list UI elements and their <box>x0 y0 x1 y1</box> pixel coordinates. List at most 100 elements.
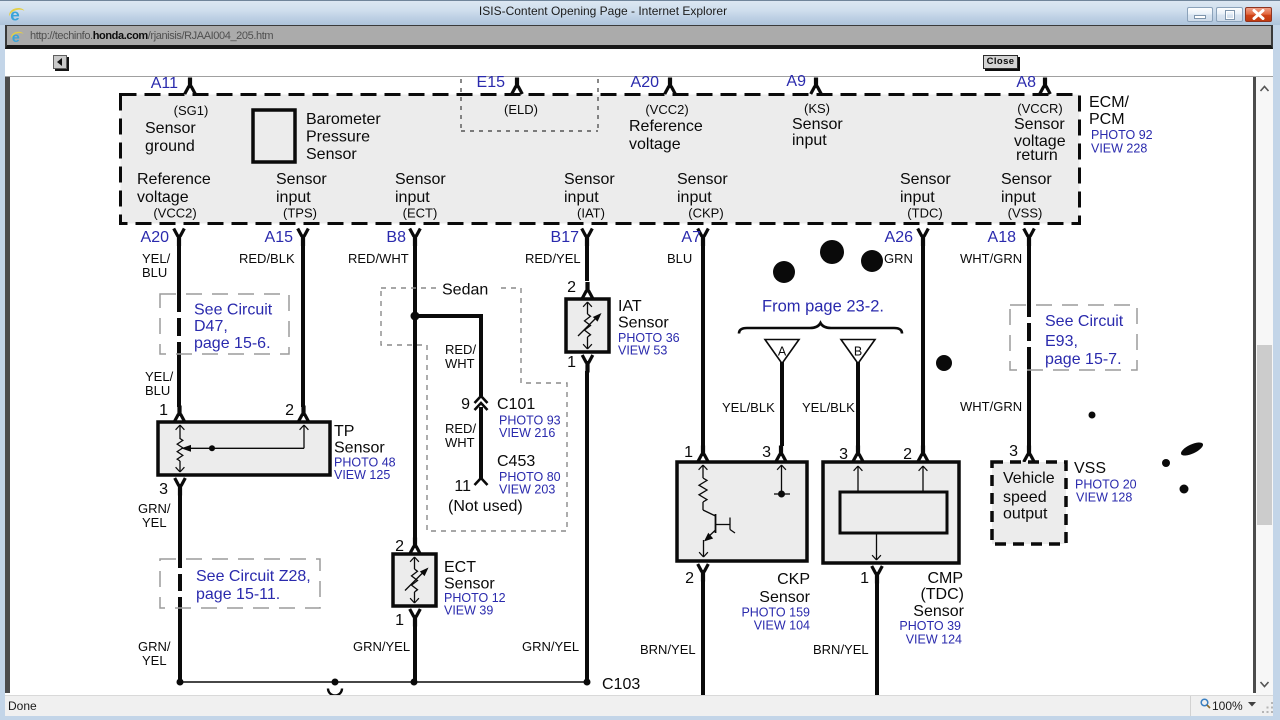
svg-text:C101: C101 <box>497 396 535 413</box>
svg-text:Sensor: Sensor <box>618 315 669 332</box>
svg-text:A18: A18 <box>988 229 1017 246</box>
svg-text:input: input <box>395 189 430 206</box>
svg-text:A11: A11 <box>151 75 178 92</box>
svg-text:GRN/: GRN/ <box>138 501 171 516</box>
svg-text:(VCC2): (VCC2) <box>153 206 196 221</box>
svg-text:PHOTO 159: PHOTO 159 <box>741 606 810 620</box>
svg-text:9: 9 <box>461 396 470 413</box>
svg-text:1: 1 <box>684 444 693 461</box>
svg-text:GRN/YEL: GRN/YEL <box>522 639 579 654</box>
svg-text:(CKP): (CKP) <box>688 206 723 221</box>
svg-text:1: 1 <box>567 354 576 371</box>
svg-text:A26: A26 <box>885 229 914 246</box>
svg-text:GRN/YEL: GRN/YEL <box>353 639 410 654</box>
svg-text:VIEW 128: VIEW 128 <box>1076 491 1132 505</box>
svg-text:BRN/YEL: BRN/YEL <box>813 642 869 657</box>
svg-text:Sensor: Sensor <box>792 116 843 133</box>
svg-text:WHT/GRN: WHT/GRN <box>960 251 1022 266</box>
svg-text:From page 23-2.: From page 23-2. <box>762 298 884 316</box>
svg-text:2: 2 <box>567 279 576 296</box>
svg-text:BLU: BLU <box>145 383 170 398</box>
svg-text:ECM/: ECM/ <box>1089 94 1130 111</box>
svg-text:TP: TP <box>334 423 354 440</box>
svg-text:input: input <box>677 189 712 206</box>
svg-text:ECT: ECT <box>444 559 476 576</box>
svg-text:C103: C103 <box>602 676 640 693</box>
svg-text:Sensor: Sensor <box>1001 171 1052 188</box>
svg-text:(Not used): (Not used) <box>448 498 523 515</box>
svg-text:C453: C453 <box>497 453 535 470</box>
svg-text:Sensor: Sensor <box>444 576 495 593</box>
svg-text:E15: E15 <box>477 74 506 91</box>
svg-text:YEL/BLK: YEL/BLK <box>802 400 855 415</box>
svg-text:Sensor: Sensor <box>677 171 728 188</box>
svg-text:See Circuit Z28,: See Circuit Z28, <box>196 568 311 585</box>
svg-text:VIEW 216: VIEW 216 <box>499 426 555 440</box>
svg-text:See Circuit: See Circuit <box>194 302 273 319</box>
svg-text:3: 3 <box>762 444 771 461</box>
svg-text:Sensor: Sensor <box>913 603 964 620</box>
svg-text:YEL: YEL <box>142 515 167 530</box>
svg-text:1: 1 <box>860 570 869 587</box>
svg-text:YEL/: YEL/ <box>142 251 171 266</box>
svg-text:CKP: CKP <box>777 571 810 588</box>
svg-text:(TDC): (TDC) <box>907 206 942 221</box>
svg-text:GRN: GRN <box>884 251 913 266</box>
svg-text:Sensor: Sensor <box>145 120 196 137</box>
svg-text:return: return <box>1016 147 1058 164</box>
svg-text:RED/: RED/ <box>445 421 476 436</box>
svg-text:BRN/YEL: BRN/YEL <box>640 642 696 657</box>
svg-text:(VCCR): (VCCR) <box>1017 101 1063 116</box>
svg-text:YEL: YEL <box>142 653 167 668</box>
svg-text:voltage: voltage <box>629 136 681 153</box>
svg-text:input: input <box>1001 189 1036 206</box>
svg-text:WHT/GRN: WHT/GRN <box>960 399 1022 414</box>
svg-text:(ELD): (ELD) <box>504 102 538 117</box>
svg-text:page 15-11.: page 15-11. <box>196 586 280 603</box>
svg-text:A20: A20 <box>631 74 660 91</box>
svg-text:1: 1 <box>395 612 404 629</box>
svg-text:A8: A8 <box>1016 74 1036 91</box>
svg-text:A20: A20 <box>141 229 170 246</box>
svg-text:input: input <box>900 189 935 206</box>
svg-text:VIEW 53: VIEW 53 <box>618 344 667 358</box>
svg-text:Reference: Reference <box>629 118 703 135</box>
svg-text:PHOTO 39: PHOTO 39 <box>899 619 961 633</box>
svg-text:(SG1): (SG1) <box>174 103 209 118</box>
svg-text:(IAT): (IAT) <box>577 206 605 221</box>
svg-text:B8: B8 <box>386 229 406 246</box>
svg-text:WHT: WHT <box>445 356 475 371</box>
svg-text:input: input <box>276 189 311 206</box>
svg-text:Sensor: Sensor <box>306 146 357 163</box>
svg-text:B: B <box>854 345 862 359</box>
svg-text:speed: speed <box>1003 489 1047 506</box>
svg-text:Sensor: Sensor <box>334 440 385 457</box>
svg-text:voltage: voltage <box>137 189 189 206</box>
svg-text:input: input <box>792 132 827 149</box>
svg-text:Pressure: Pressure <box>306 129 370 146</box>
svg-text:page 15-7.: page 15-7. <box>1045 351 1122 368</box>
svg-text:output: output <box>1003 506 1048 523</box>
svg-text:(KS): (KS) <box>804 101 830 116</box>
svg-text:Sensor: Sensor <box>900 171 951 188</box>
svg-text:11: 11 <box>454 478 471 495</box>
svg-text:RED/BLK: RED/BLK <box>239 251 295 266</box>
svg-text:(TPS): (TPS) <box>283 206 317 221</box>
svg-text:3: 3 <box>159 481 168 498</box>
svg-text:RED/WHT: RED/WHT <box>348 251 409 266</box>
svg-text:VIEW 203: VIEW 203 <box>499 483 555 497</box>
svg-text:Barometer: Barometer <box>306 111 381 128</box>
svg-text:A7: A7 <box>681 229 701 246</box>
svg-text:VIEW 104: VIEW 104 <box>754 619 810 633</box>
svg-text:Reference: Reference <box>137 171 211 188</box>
svg-text:Sedan: Sedan <box>442 282 488 299</box>
svg-text:1: 1 <box>159 402 168 419</box>
svg-text:D47,: D47, <box>194 318 228 335</box>
svg-text:2: 2 <box>285 402 294 419</box>
svg-text:A9: A9 <box>786 73 806 90</box>
svg-text:YEL/BLK: YEL/BLK <box>722 400 775 415</box>
svg-text:(TDC): (TDC) <box>920 586 964 603</box>
svg-text:VIEW 124: VIEW 124 <box>906 633 962 647</box>
svg-text:2: 2 <box>685 570 694 587</box>
svg-text:YEL/: YEL/ <box>145 369 174 384</box>
